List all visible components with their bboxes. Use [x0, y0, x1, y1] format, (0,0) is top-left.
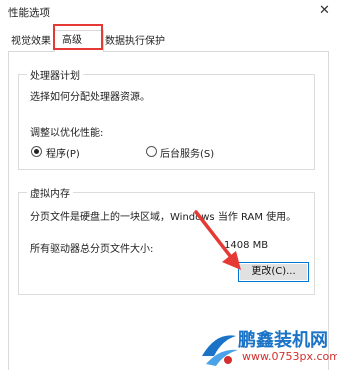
arrow-shaft [194, 210, 236, 263]
site-watermark: 鹏鑫装机网 www.0753px.com [196, 326, 337, 370]
watermark-logo-icon [202, 335, 238, 366]
arrow-head [222, 251, 241, 270]
annotation-highlight-box [53, 24, 103, 50]
watermark-site-name: 鹏鑫装机网 [238, 330, 328, 351]
annotation-arrow [194, 210, 241, 270]
watermark-url: www.0753px.com [242, 350, 337, 363]
